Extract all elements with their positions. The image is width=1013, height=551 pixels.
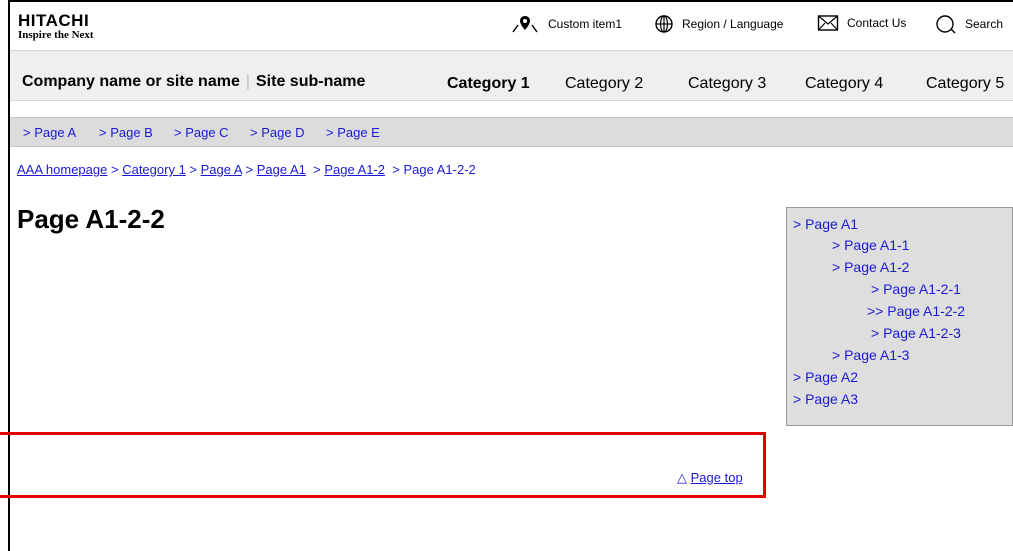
nav-category-2[interactable]: Category 2: [565, 75, 643, 93]
page-title: Page A1-2-2: [17, 204, 165, 234]
side-nav-page-a1[interactable]: > Page A1: [793, 216, 858, 232]
search-link[interactable]: Search: [935, 14, 1003, 34]
subnav-page-c[interactable]: > Page C: [174, 125, 229, 140]
nav-category-4[interactable]: Category 4: [805, 75, 883, 93]
side-nav-page-a2[interactable]: > Page A2: [793, 369, 858, 385]
search-icon: [936, 15, 956, 34]
breadcrumb-page-a[interactable]: Page A: [201, 162, 242, 177]
side-nav-page-a1-1[interactable]: > Page A1-1: [832, 237, 909, 253]
site-name-separator: |: [245, 73, 250, 90]
breadcrumb-current: Page A1-2-2: [403, 162, 476, 177]
breadcrumb-category-1[interactable]: Category 1: [122, 162, 186, 177]
contact-us-label: Contact Us: [847, 16, 907, 30]
nav-category-3[interactable]: Category 3: [688, 75, 766, 93]
location-pin-icon: [512, 16, 538, 33]
breadcrumb-separator: >: [392, 162, 400, 177]
contact-us-link[interactable]: Contact Us: [817, 14, 906, 32]
site-name-link[interactable]: Company name or site name | Site sub-name: [22, 73, 365, 91]
breadcrumb-homepage[interactable]: AAA homepage: [17, 162, 107, 177]
breadcrumb-separator: >: [189, 162, 198, 177]
globe-icon: [655, 15, 673, 33]
subnav-page-e[interactable]: > Page E: [326, 125, 380, 140]
logo-brand: HITACHI: [18, 11, 90, 30]
local-navigation: > Page A1 > Page A1-1 > Page A1-2 > Page…: [786, 207, 1013, 426]
page-top-link[interactable]: △ Page top: [677, 470, 743, 486]
search-label: Search: [965, 17, 1004, 31]
global-navigation: Company name or site name | Site sub-name …: [10, 50, 1013, 101]
region-language-label: Region / Language: [682, 17, 784, 31]
breadcrumb-separator: >: [245, 162, 254, 177]
breadcrumb-separator: >: [110, 162, 119, 177]
page-top-highlight-box: [0, 432, 766, 498]
custom-item-label: Custom item1: [548, 17, 623, 31]
breadcrumb-page-a1[interactable]: Page A1: [257, 162, 306, 177]
triangle-up-icon: △: [677, 470, 687, 485]
region-language-link[interactable]: Region / Language: [654, 14, 783, 34]
nav-category-5[interactable]: Category 5: [926, 75, 1004, 93]
logo-tagline: Inspire the Next: [18, 29, 94, 41]
breadcrumb-separator: >: [313, 162, 321, 177]
side-nav-page-a3[interactable]: > Page A3: [793, 391, 858, 407]
breadcrumb-page-a1-2[interactable]: Page A1-2: [324, 162, 385, 177]
custom-item-link[interactable]: Custom item1: [510, 14, 622, 34]
mail-icon: [817, 15, 839, 31]
side-nav-page-a1-2-3[interactable]: > Page A1-2-3: [871, 325, 961, 341]
breadcrumb: AAA homepage > Category 1 > Page A > Pag…: [17, 162, 476, 177]
subnav-page-b[interactable]: > Page B: [99, 125, 153, 140]
side-nav-page-a1-2-1[interactable]: > Page A1-2-1: [871, 281, 961, 297]
subnav-page-d[interactable]: > Page D: [250, 125, 305, 140]
side-nav-page-a1-2-2[interactable]: >> Page A1-2-2: [867, 303, 965, 319]
page-top-label[interactable]: Page top: [691, 470, 743, 485]
nav-category-1[interactable]: Category 1: [447, 75, 530, 93]
site-name: Company name or site name: [22, 73, 240, 90]
side-nav-page-a1-3[interactable]: > Page A1-3: [832, 347, 909, 363]
side-nav-page-a1-2[interactable]: > Page A1-2: [832, 259, 909, 275]
hitachi-logo[interactable]: HITACHI Inspire the Next: [18, 12, 94, 41]
sub-navigation: > Page A > Page B > Page C > Page D > Pa…: [10, 117, 1013, 147]
subnav-page-a[interactable]: > Page A: [23, 125, 76, 140]
site-sub-name: Site sub-name: [256, 73, 366, 90]
